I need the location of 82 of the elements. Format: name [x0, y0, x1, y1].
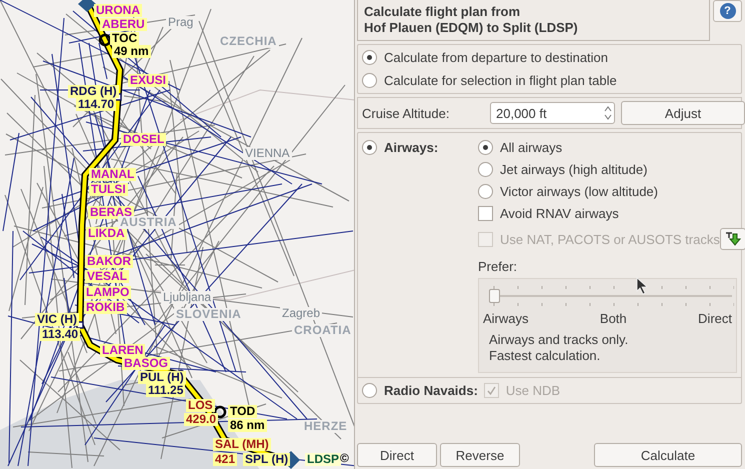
copyright-label: © [339, 452, 350, 465]
label-text: Airways: [384, 140, 438, 155]
mouse-pointer-icon [636, 277, 648, 295]
navaid-label: 113.40 [40, 328, 80, 341]
label-text: Calculate from departure to destination [384, 50, 608, 65]
ndb-label: 429.0 [184, 413, 218, 426]
calculate-button[interactable]: Calculate [594, 443, 742, 467]
navaid-label: VIC (H) [35, 313, 79, 326]
label-text: Use NAT, PACOTS or AUSOTS tracks [500, 232, 720, 246]
waypoint-label: DOSEL [121, 133, 166, 146]
city-label: Ljubljana [161, 291, 214, 304]
adjust-button[interactable]: Adjust [621, 101, 745, 125]
waypoint-label: MANAL [89, 168, 136, 181]
waypoint-label: ROKIB [84, 301, 127, 314]
radio-button[interactable] [478, 184, 493, 199]
label-text: All airways [500, 140, 562, 155]
spin-arrows-icon [604, 106, 612, 120]
action-button[interactable]: Direct [357, 443, 437, 467]
tracks-download-button[interactable] [720, 228, 745, 250]
checkbox[interactable] [478, 206, 493, 221]
waypoint-label: ABERU [100, 18, 147, 31]
label-text: Radio Navaids: [384, 383, 478, 398]
label-text: Avoid RNAV airways [500, 206, 619, 221]
label-text: Jet airways (high altitude) [500, 162, 648, 177]
ndb-label: SAL (MH) [213, 438, 271, 451]
radio-button[interactable] [478, 162, 493, 177]
help-button[interactable]: ? [713, 0, 742, 22]
navaid-label: 111.25 [146, 384, 186, 397]
radio-button[interactable] [362, 73, 377, 88]
waypoint-label: BERAS [88, 206, 134, 219]
waypoint-label: URONA [94, 4, 142, 17]
radio-button[interactable] [362, 383, 377, 398]
header-title: Hof Plauen (EDQM) to Split (LDSP) [364, 20, 579, 36]
navaid-label: RDG (H) [68, 85, 119, 98]
waypoint-label: TULSI [89, 183, 128, 196]
altitude-spinbox[interactable]: 20,000 ft [490, 102, 615, 124]
airport-icon [78, 0, 96, 12]
label-text: Use NDB [506, 383, 560, 398]
scale-label: Airways [483, 311, 529, 326]
city-label: Zagreb [280, 307, 322, 320]
navaid-label: 114.70 [76, 98, 116, 111]
marker-label: TOC [110, 32, 140, 45]
help-icon: ? [720, 3, 736, 19]
waypoint-label: BAKOR [85, 255, 133, 268]
waypoint-label: EXUSI [128, 74, 168, 87]
description-text: Airways and tracks only. [489, 332, 630, 348]
waypoint-label: LIKDA [86, 227, 127, 240]
city-label: Prag [166, 16, 196, 29]
country-label: SLOVENIA [174, 308, 244, 321]
scale-label: Direct [698, 311, 732, 326]
ndb-label: 421 [213, 453, 238, 466]
city-label: VIENNA [243, 147, 292, 160]
country-label: CZECHIA [218, 35, 279, 48]
waypoint-label: VESAL [85, 270, 130, 283]
header-title: Calculate flight plan from [364, 4, 522, 20]
scale-label: Both [600, 311, 627, 326]
download-arrow-icon [724, 231, 741, 247]
waypoint-label: BASOG [122, 357, 170, 370]
field-label: Cruise Altitude: [362, 106, 450, 120]
waypoint-label: LAMPO [84, 286, 132, 299]
prefer-label: Prefer: [478, 259, 518, 274]
label-text: Victor airways (low altitude) [500, 184, 658, 199]
description-text: Fastest calculation. [489, 348, 602, 364]
top-of-descent-icon [214, 406, 226, 418]
radio-button[interactable] [362, 140, 377, 155]
country-label: HERZE [302, 420, 350, 433]
distance-label: 86 nm [228, 419, 267, 432]
country-label: AUSTRIA [118, 216, 179, 229]
slider-thumb[interactable] [489, 289, 500, 303]
airport-label: LDSP [305, 453, 342, 466]
radio-button[interactable] [362, 50, 377, 65]
navaid-label: SPL (H) [243, 453, 290, 466]
marker-label: TOD [228, 405, 258, 418]
radio-button[interactable] [478, 140, 493, 155]
country-label: CROATIA [292, 324, 354, 337]
distance-label: 49 nm [112, 45, 151, 58]
check-mark-icon [486, 385, 497, 396]
waypoint-label: LAREN [100, 344, 146, 357]
ndb-label: LOS [186, 399, 215, 412]
action-button[interactable]: Reverse [440, 443, 520, 467]
top-of-climb-icon [98, 34, 112, 46]
label-text: Calculate for selection in flight plan table [384, 73, 617, 88]
